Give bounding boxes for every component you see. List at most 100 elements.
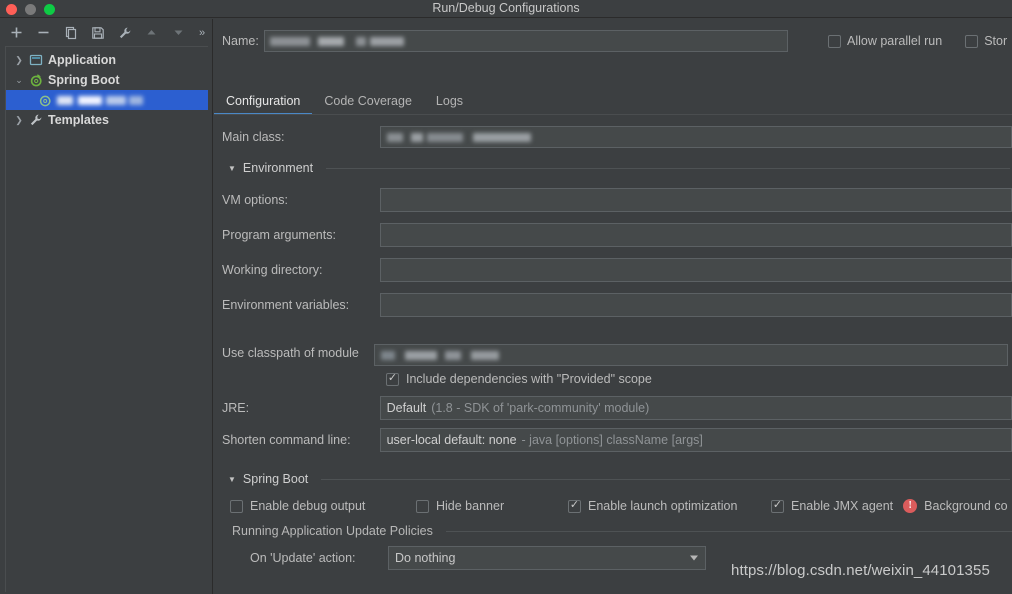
update-policies-section-title: Running Application Update Policies bbox=[232, 524, 433, 538]
main-class-label: Main class: bbox=[214, 130, 380, 144]
hide-banner-option[interactable]: Hide banner bbox=[416, 499, 568, 513]
jre-value-detail: (1.8 - SDK of 'park-community' module) bbox=[431, 401, 649, 415]
name-input[interactable] bbox=[264, 30, 788, 52]
tab-configuration[interactable]: Configuration bbox=[214, 94, 312, 115]
store-as-project-file-option[interactable]: Stor bbox=[965, 34, 1007, 48]
shorten-command-line-value: user-local default: none bbox=[387, 433, 517, 447]
move-down-button[interactable] bbox=[170, 24, 187, 41]
chevron-down-icon[interactable] bbox=[690, 556, 698, 561]
main-class-row: Main class: bbox=[214, 119, 1012, 154]
tab-code-coverage[interactable]: Code Coverage bbox=[312, 94, 424, 115]
enable-jmx-agent-option[interactable]: Enable JMX agent bbox=[771, 499, 893, 513]
enable-launch-optimization-label: Enable launch optimization bbox=[588, 499, 737, 513]
chevron-right-icon[interactable]: ❯ bbox=[14, 55, 24, 66]
more-options-button[interactable]: » bbox=[199, 27, 205, 39]
shorten-command-line-combo[interactable]: user-local default: none - java [options… bbox=[380, 428, 1012, 452]
jre-combo[interactable]: Default (1.8 - SDK of 'park-community' m… bbox=[380, 396, 1012, 420]
configuration-tabs: Configuration Code Coverage Logs bbox=[214, 87, 1012, 115]
sidebar-item-application[interactable]: ❯ Application bbox=[6, 50, 208, 70]
section-divider bbox=[321, 479, 1010, 480]
jre-value: Default bbox=[387, 401, 427, 415]
chevron-right-icon[interactable]: ❯ bbox=[14, 115, 24, 126]
main-class-input[interactable] bbox=[380, 126, 1012, 148]
environment-variables-label: Environment variables: bbox=[214, 298, 380, 312]
background-compilation-option[interactable]: ! Background co bbox=[903, 499, 1007, 513]
enable-jmx-agent-label: Enable JMX agent bbox=[791, 499, 893, 513]
sidebar-item-spring-boot[interactable]: ⌄ Spring Boot bbox=[6, 70, 208, 90]
program-arguments-row: Program arguments: bbox=[214, 217, 1012, 252]
environment-variables-input[interactable] bbox=[380, 293, 1012, 317]
environment-section-header[interactable]: ▼ Environment bbox=[214, 154, 1012, 182]
allow-parallel-run-label: Allow parallel run bbox=[847, 34, 942, 48]
hide-banner-checkbox[interactable] bbox=[416, 500, 429, 513]
program-arguments-label: Program arguments: bbox=[214, 228, 380, 242]
wrench-icon bbox=[29, 113, 43, 127]
on-update-action-value: Do nothing bbox=[395, 551, 455, 565]
enable-debug-output-label: Enable debug output bbox=[250, 499, 365, 513]
redacted-main-class-value bbox=[387, 130, 531, 144]
enable-launch-optimization-checkbox[interactable] bbox=[568, 500, 581, 513]
configurations-sidebar: » ❯ Application ⌄ Spring B bbox=[0, 19, 213, 594]
shorten-command-line-label: Shorten command line: bbox=[214, 433, 380, 447]
add-configuration-button[interactable] bbox=[8, 24, 25, 41]
include-provided-option[interactable]: Include dependencies with "Provided" sco… bbox=[214, 366, 1012, 392]
sidebar-toolbar: » bbox=[0, 19, 213, 46]
enable-debug-output-checkbox[interactable] bbox=[230, 500, 243, 513]
vm-options-input[interactable] bbox=[380, 188, 1012, 212]
spring-boot-section-title: Spring Boot bbox=[243, 472, 308, 486]
include-provided-label: Include dependencies with "Provided" sco… bbox=[406, 372, 652, 386]
allow-parallel-run-option[interactable]: Allow parallel run bbox=[828, 34, 942, 48]
jre-label: JRE: bbox=[214, 401, 380, 415]
use-classpath-row: Use classpath of module bbox=[214, 322, 1012, 366]
error-icon: ! bbox=[903, 499, 917, 513]
spring-boot-icon bbox=[29, 73, 43, 87]
store-as-project-file-checkbox[interactable] bbox=[965, 35, 978, 48]
configurations-tree[interactable]: ❯ Application ⌄ Spring Boot bbox=[5, 46, 208, 592]
name-row: Name: Allow parallel run Stor bbox=[214, 25, 1012, 57]
spring-boot-section-header[interactable]: ▼ Spring Boot bbox=[214, 465, 1012, 493]
working-directory-label: Working directory: bbox=[214, 263, 380, 277]
sidebar-item-templates[interactable]: ❯ Templates bbox=[6, 110, 208, 130]
run-options-group: Allow parallel run Stor bbox=[828, 34, 1007, 48]
tab-logs[interactable]: Logs bbox=[424, 94, 475, 115]
copy-configuration-button[interactable] bbox=[62, 24, 79, 41]
save-configuration-button[interactable] bbox=[89, 24, 106, 41]
environment-section-title: Environment bbox=[243, 161, 313, 175]
sidebar-item-label: Spring Boot bbox=[48, 73, 120, 87]
remove-configuration-button[interactable] bbox=[35, 24, 52, 41]
allow-parallel-run-checkbox[interactable] bbox=[828, 35, 841, 48]
on-update-action-combo[interactable]: Do nothing bbox=[388, 546, 706, 570]
section-divider bbox=[326, 168, 1010, 169]
store-as-project-file-label: Stor bbox=[984, 34, 1007, 48]
redacted-configuration-name bbox=[57, 93, 143, 107]
title-bar: Run/Debug Configurations bbox=[0, 0, 1012, 18]
wrench-icon[interactable] bbox=[116, 24, 133, 41]
spring-boot-config-icon bbox=[38, 93, 52, 107]
sidebar-item-label: Application bbox=[48, 53, 116, 67]
working-directory-input[interactable] bbox=[380, 258, 1012, 282]
vm-options-label: VM options: bbox=[214, 193, 380, 207]
move-up-button[interactable] bbox=[143, 24, 160, 41]
chevron-down-icon[interactable]: ▼ bbox=[228, 475, 236, 484]
include-provided-checkbox[interactable] bbox=[386, 373, 399, 386]
enable-debug-output-option[interactable]: Enable debug output bbox=[230, 499, 416, 513]
program-arguments-input[interactable] bbox=[380, 223, 1012, 247]
jre-row: JRE: Default (1.8 - SDK of 'park-communi… bbox=[214, 392, 1012, 423]
vm-options-row: VM options: bbox=[214, 182, 1012, 217]
on-update-action-label: On 'Update' action: bbox=[214, 551, 388, 565]
hide-banner-label: Hide banner bbox=[436, 499, 504, 513]
chevron-down-icon[interactable]: ⌄ bbox=[14, 75, 24, 86]
chevron-down-icon[interactable]: ▼ bbox=[228, 164, 236, 173]
sidebar-item-spring-boot-configuration[interactable] bbox=[6, 90, 208, 110]
spring-boot-options-row: Enable debug output Hide banner Enable l… bbox=[214, 493, 1012, 519]
enable-jmx-agent-checkbox[interactable] bbox=[771, 500, 784, 513]
redacted-module-value bbox=[381, 348, 499, 362]
application-icon bbox=[29, 53, 43, 67]
run-debug-configurations-dialog: Run/Debug Configurations bbox=[0, 0, 1012, 594]
redacted-name-value bbox=[270, 34, 404, 48]
enable-launch-optimization-option[interactable]: Enable launch optimization bbox=[568, 499, 771, 513]
use-classpath-combo[interactable] bbox=[374, 344, 1008, 366]
environment-variables-row: Environment variables: bbox=[214, 287, 1012, 322]
background-compilation-label: Background co bbox=[924, 499, 1007, 513]
on-update-action-row: On 'Update' action: Do nothing bbox=[214, 543, 1012, 573]
